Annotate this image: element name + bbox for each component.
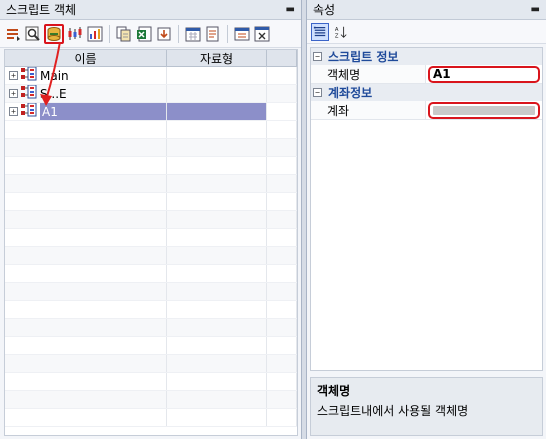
account-field[interactable] (428, 101, 540, 119)
description-text: 스크립트내에서 사용될 객체명 (317, 404, 469, 418)
empty-row (5, 301, 297, 319)
pin-icon[interactable]: ▬ (531, 4, 540, 15)
pin-icon[interactable]: ▬ (286, 4, 295, 15)
svg-text:Z: Z (335, 33, 339, 39)
row-name: Main (40, 68, 69, 83)
expand-icon[interactable]: + (9, 71, 18, 80)
empty-row (5, 139, 297, 157)
object-icon (21, 66, 37, 84)
copy-icon[interactable] (115, 25, 133, 43)
property-row: 계좌 (311, 101, 542, 120)
description-title: 객체명 (317, 384, 351, 398)
empty-row (5, 193, 297, 211)
empty-row (5, 211, 297, 229)
object-icon (21, 102, 37, 120)
import-icon[interactable] (155, 25, 173, 43)
row-type (167, 103, 267, 120)
empty-row (5, 373, 297, 391)
expand-icon[interactable]: + (9, 89, 18, 98)
properties-panel: 속성 ▬ AZ − 스크립트 정보 객체명 A1 − 계좌정보 계좌 객체명 스… (306, 0, 546, 439)
grid-body: + Main + S...E + A1 (5, 66, 297, 427)
table-row-selected[interactable]: + A1 (5, 102, 297, 121)
category-label: 스크립트 정보 (328, 50, 399, 64)
properties-titlebar: 속성 ▬ (307, 0, 546, 20)
column-header-empty (267, 50, 297, 66)
empty-row (5, 355, 297, 373)
grid-icon[interactable] (233, 25, 251, 43)
svg-text:A: A (335, 27, 339, 33)
script-toolbar (0, 20, 301, 48)
property-name: 객체명 (311, 65, 426, 83)
open-icon[interactable] (4, 25, 22, 43)
empty-row (5, 247, 297, 265)
empty-row (5, 409, 297, 427)
script-objects-title: 스크립트 객체 (6, 3, 77, 17)
script-objects-titlebar: 스크립트 객체 ▬ (0, 0, 301, 20)
row-name: S...E (40, 86, 67, 101)
row-type (167, 85, 267, 102)
row-type (167, 67, 267, 84)
column-header-name[interactable]: 이름 (5, 50, 167, 66)
property-name: 계좌 (311, 101, 426, 119)
empty-row (5, 157, 297, 175)
add-object-icon[interactable] (44, 23, 64, 44)
property-grid: − 스크립트 정보 객체명 A1 − 계좌정보 계좌 (310, 47, 543, 371)
chart-export-icon[interactable] (86, 25, 104, 43)
category-script-info[interactable]: − 스크립트 정보 (311, 48, 542, 65)
description-box: 객체명 스크립트내에서 사용될 객체명 (310, 377, 543, 436)
collapse-icon[interactable]: − (313, 88, 322, 97)
search-icon[interactable] (24, 25, 42, 43)
candles-icon[interactable] (66, 25, 84, 43)
toolbar-separator (227, 24, 228, 43)
properties-title: 속성 (313, 3, 336, 17)
sort-alphabetical-icon[interactable]: AZ (332, 23, 350, 41)
table-row[interactable]: + Main (5, 66, 297, 85)
column-header-type[interactable]: 자료형 (167, 50, 267, 66)
empty-row (5, 283, 297, 301)
script-object-grid: 이름 자료형 + Main + S...E + A1 (4, 49, 298, 436)
property-row: 객체명 A1 (311, 65, 542, 84)
properties-toolbar: AZ (307, 20, 546, 44)
object-icon (21, 84, 37, 102)
empty-rows (5, 121, 297, 427)
empty-row (5, 337, 297, 355)
excel-icon[interactable] (135, 25, 153, 43)
empty-row (5, 229, 297, 247)
refresh-icon[interactable] (204, 25, 222, 43)
expand-icon[interactable]: + (9, 107, 18, 116)
empty-row (5, 391, 297, 409)
category-account-info[interactable]: − 계좌정보 (311, 84, 542, 101)
toolbar-separator (178, 24, 179, 43)
calendar-icon[interactable] (184, 25, 202, 43)
category-label: 계좌정보 (328, 86, 373, 100)
collapse-icon[interactable]: − (313, 52, 322, 61)
table-row[interactable]: + S...E (5, 84, 297, 103)
script-objects-panel: 스크립트 객체 ▬ 이름 자료형 + Main + S...E + A1 (0, 0, 302, 439)
empty-row (5, 265, 297, 283)
categorized-view-icon[interactable] (311, 22, 329, 41)
empty-row (5, 319, 297, 337)
grid-header: 이름 자료형 (5, 50, 297, 67)
delete-icon[interactable] (253, 25, 271, 43)
empty-row (5, 121, 297, 139)
object-name-field[interactable]: A1 (428, 65, 540, 83)
toolbar-separator (109, 24, 110, 43)
empty-row (5, 175, 297, 193)
row-name: A1 (40, 103, 166, 120)
